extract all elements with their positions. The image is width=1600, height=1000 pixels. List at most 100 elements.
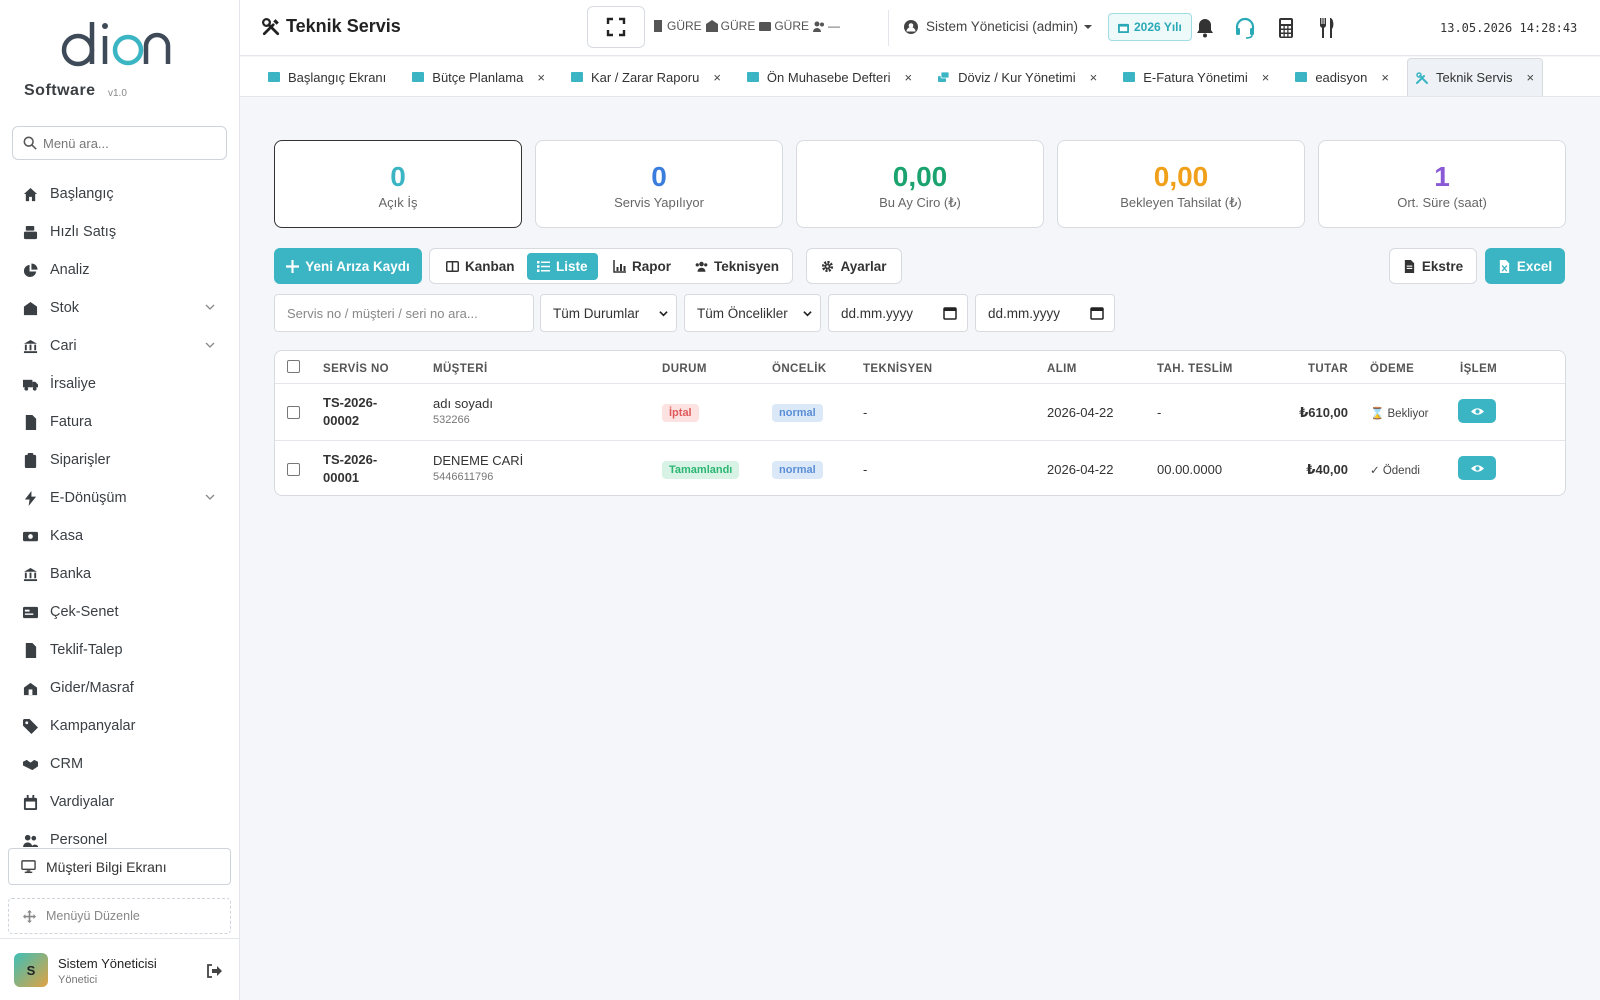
column-header[interactable]: ALIM [1047,363,1077,375]
sidebar-item-baslangic[interactable]: Başlangıç [0,175,239,213]
customer-cell: DENEME CARİ 5446611796 [433,453,523,483]
stat-label: Servis Yapılıyor [614,195,704,210]
stat-card-avg-duration[interactable]: 1 Ort. Süre (saat) [1318,140,1566,228]
service-number[interactable]: TS-2026- 00001 [323,451,403,487]
view-detail-button[interactable] [1458,456,1496,480]
branch-status[interactable]: GÜRE [652,19,702,33]
sidebar-item-kasa[interactable]: Kasa [0,517,239,555]
view-detail-button[interactable] [1458,399,1496,423]
row-checkbox[interactable] [287,463,300,476]
sidebar-item-fatura[interactable]: Fatura [0,403,239,441]
avatar[interactable]: S [14,953,48,987]
status-indicators: GÜRE GÜRE GÜRE — [652,19,844,33]
sidebar-item-label: Analiz [50,262,90,278]
chevron-down-icon [659,311,668,317]
view-report-button[interactable]: Rapor [603,253,681,280]
table-row[interactable]: TS-2026- 00001 DENEME CARİ 5446611796 Ta… [275,441,1565,495]
stat-card-pending-collection[interactable]: 0,00 Bekleyen Tahsilat (₺) [1057,140,1305,228]
sidebar-item-stok[interactable]: Stok [0,289,239,327]
view-kanban-button[interactable]: Kanban [436,253,525,280]
sidebar-item-irsaliye[interactable]: İrsaliye [0,365,239,403]
plus-icon [286,259,300,273]
sidebar-item-cari[interactable]: Cari [0,327,239,365]
sidebar-item-siparisler[interactable]: Siparişler [0,441,239,479]
row-checkbox[interactable] [287,406,300,419]
user-menu[interactable]: Sistem Yöneticisi (admin) [904,19,1100,34]
view-technician-button[interactable]: Teknisyen [685,253,789,280]
date-to-value: dd.mm.yyyy [988,305,1061,321]
stat-card-monthly-revenue[interactable]: 0,00 Bu Ay Ciro (₺) [796,140,1044,228]
bell-icon[interactable] [1194,17,1216,39]
stat-card-open-jobs[interactable]: 0 Açık İş [274,140,522,228]
column-header[interactable]: DURUM [662,363,707,375]
sidebar-item-personel[interactable]: Personel [0,821,239,847]
utensils-icon[interactable] [1316,17,1338,39]
headset-icon[interactable] [1234,17,1256,39]
statement-button[interactable]: Ekstre [1389,248,1477,284]
sidebar-item-analiz[interactable]: Analiz [0,251,239,289]
date-to-filter[interactable]: dd.mm.yyyy [975,294,1115,332]
tab-e-fatura-yonetimi[interactable]: E-Fatura Yönetimi × [1115,58,1277,96]
tab-butce-planlama[interactable]: Bütçe Planlama × [404,58,553,96]
year-label: 2026 Yılı [1134,20,1182,34]
page-title-text: Teknik Servis [286,16,401,36]
monitor-icon [21,860,36,874]
sidebar-item-kampanyalar[interactable]: Kampanyalar [0,707,239,745]
sidebar-item-cek-senet[interactable]: Çek-Senet [0,593,239,631]
tab-eadisyon[interactable]: eadisyon × [1287,58,1397,96]
sidebar-item-crm[interactable]: CRM [0,745,239,783]
status-filter[interactable]: Tüm Durumlar [540,294,677,332]
view-list-button[interactable]: Liste [527,253,598,280]
tab-kar-zarar-raporu[interactable]: Kar / Zarar Raporu × [563,58,729,96]
column-header[interactable]: TAH. TESLİM [1157,363,1233,375]
tab-teknik-servis[interactable]: Teknik Servis × [1406,58,1544,96]
fullscreen-button[interactable] [587,6,645,48]
column-header[interactable]: ÖNCELİK [772,363,827,375]
tab-baslangic-ekrani[interactable]: Başlangıç Ekranı [260,58,394,96]
sidebar-item-hizli-satis[interactable]: Hızlı Satış [0,213,239,251]
priority-filter[interactable]: Tüm Öncelikler [684,294,821,332]
calculator-icon[interactable] [1275,17,1297,39]
service-search-input[interactable] [287,305,521,321]
service-number[interactable]: TS-2026- 00002 [323,394,403,430]
column-header[interactable]: SERVİS NO [323,363,389,375]
tab-on-muhasebe-defteri[interactable]: Ön Muhasebe Defteri × [739,58,920,96]
logout-icon[interactable] [206,963,222,979]
stat-card-in-service[interactable]: 0 Servis Yapılıyor [535,140,783,228]
warehouse-status[interactable]: GÜRE [705,19,755,33]
close-icon[interactable]: × [713,70,721,85]
new-fault-record-button[interactable]: Yeni Arıza Kaydı [274,248,422,284]
menu-search-input[interactable] [43,135,213,151]
edit-menu-button[interactable]: Menüyü Düzenle [8,898,231,934]
sidebar-item-e-donusum[interactable]: E-Dönüşüm [0,479,239,517]
customer-screen-button[interactable]: Müşteri Bilgi Ekranı [8,848,231,885]
column-header[interactable]: MÜŞTERİ [433,363,488,375]
settings-button[interactable]: Ayarlar [806,248,902,284]
column-header[interactable]: TUTAR [1308,363,1348,375]
stat-value: 0 [651,161,667,192]
close-icon[interactable]: × [1527,70,1535,85]
tools-icon [1415,71,1428,84]
close-icon[interactable]: × [537,70,545,85]
close-icon[interactable]: × [1262,70,1270,85]
service-search[interactable] [274,294,534,332]
close-icon[interactable]: × [1381,70,1389,85]
close-icon[interactable]: × [904,70,912,85]
sidebar-item-vardiyalar[interactable]: Vardiyalar [0,783,239,821]
user-status[interactable]: — [813,19,840,33]
tab-doviz-kur-yonetimi[interactable]: Döviz / Kur Yönetimi × [930,58,1105,96]
sidebar-item-gider-masraf[interactable]: Gider/Masraf [0,669,239,707]
column-header[interactable]: ÖDEME [1370,363,1414,375]
year-badge[interactable]: 2026 Yılı [1108,13,1192,41]
close-icon[interactable]: × [1090,70,1098,85]
sidebar-item-label: Çek-Senet [50,604,119,620]
register-status[interactable]: GÜRE [759,19,809,33]
column-header[interactable]: TEKNİSYEN [863,363,932,375]
sidebar-item-banka[interactable]: Banka [0,555,239,593]
date-from-filter[interactable]: dd.mm.yyyy [828,294,968,332]
sidebar-item-teklif-talep[interactable]: Teklif-Talep [0,631,239,669]
table-row[interactable]: TS-2026- 00002 adı soyadı 532266 İptal n… [275,384,1565,441]
excel-button[interactable]: Excel [1485,248,1565,284]
select-all-checkbox[interactable] [287,360,300,373]
menu-search[interactable] [12,126,227,160]
